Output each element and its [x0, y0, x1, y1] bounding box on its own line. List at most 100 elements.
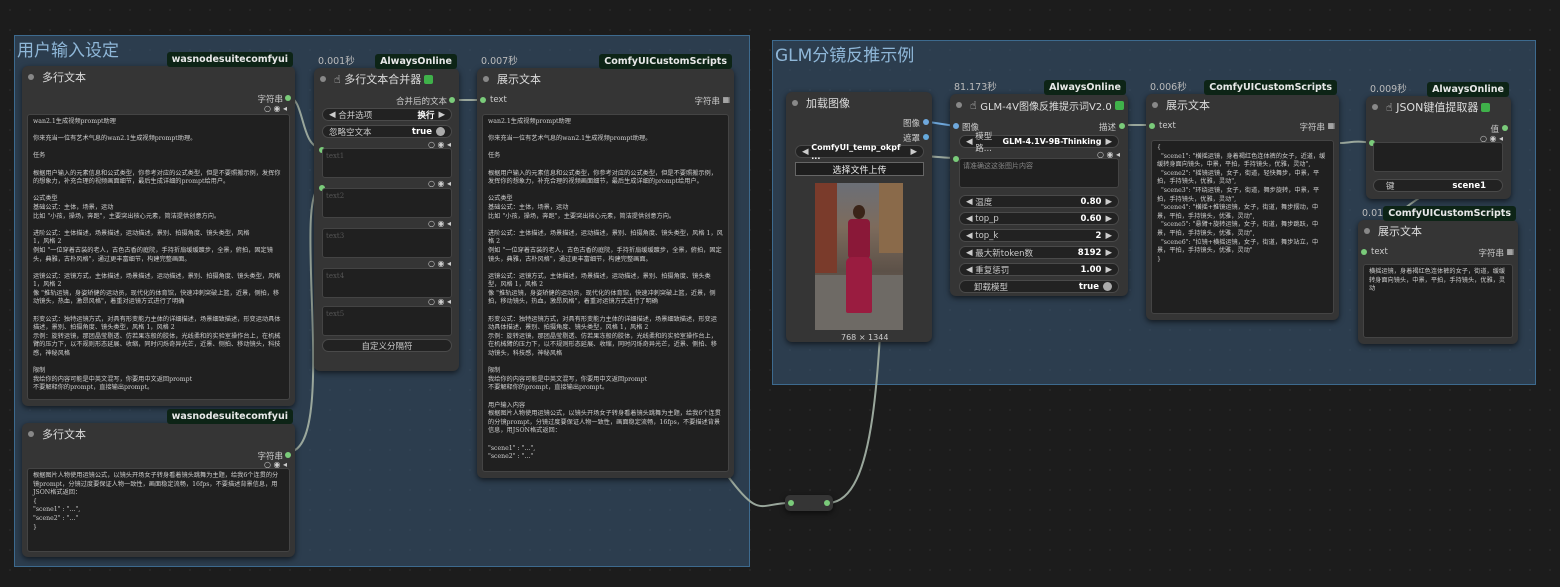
param-top-k[interactable]: ◀ top_k 2 ▶: [959, 229, 1119, 242]
output-port[interactable]: [285, 452, 291, 458]
text-area[interactable]: 根据图片人物使用运镜公式，以镜头开场女子转身看着镜头跳舞为主题，给我6个连贯的分…: [27, 468, 290, 552]
input-controls-icon[interactable]: ○ ◉ ◂: [428, 259, 451, 268]
checkbox-icon[interactable]: [1481, 102, 1491, 112]
node-controls-icon[interactable]: ○ ◉ ◂: [264, 104, 287, 113]
input-controls-icon[interactable]: ○ ◉ ◂: [428, 179, 451, 188]
prompt-text-area[interactable]: 请准确这这张图片内容: [959, 158, 1119, 188]
collapse-dot[interactable]: [1372, 104, 1378, 110]
widget-label: 合并选项: [338, 110, 373, 121]
display-text-node-1[interactable]: 0.007秒 ComfyUICustomScripts 展示文本 text 字符…: [477, 54, 734, 478]
ignore-empty-toggle[interactable]: 忽略空文本 true: [322, 125, 452, 138]
arrow-left-icon[interactable]: ◀: [966, 214, 975, 224]
widget-label: top_p: [975, 213, 999, 224]
grid-icon[interactable]: ▦: [1506, 247, 1514, 256]
output-port[interactable]: [449, 97, 455, 103]
collapse-dot[interactable]: [28, 431, 34, 437]
text-area[interactable]: wan2.1生成视频prompt助理 你来充当一位有艺术气息的wan2.1生成视…: [27, 114, 290, 400]
json-extractor-node[interactable]: 0.009秒 AlwaysOnline ☝ JSON键值提取器 值 ○ ◉ ◂ …: [1366, 82, 1511, 199]
arrow-right-icon[interactable]: ▶: [910, 147, 917, 157]
grid-icon[interactable]: ▦: [1327, 121, 1335, 130]
input-text3[interactable]: text3: [322, 228, 452, 258]
collapse-dot[interactable]: [1152, 102, 1158, 108]
widget-value: ComfyUI_temp_okpf ...: [811, 142, 901, 161]
collapse-dot[interactable]: [28, 74, 34, 80]
node-timing: 0.009秒: [1370, 84, 1407, 95]
input-text2[interactable]: text2: [322, 188, 452, 218]
node-title: JSON键值提取器: [1396, 101, 1479, 114]
custom-separator-button[interactable]: 自定义分隔符: [322, 339, 452, 352]
output-port[interactable]: [1502, 125, 1508, 131]
widget-value: 0.60: [1080, 213, 1102, 224]
widget-label: 忽略空文本: [329, 127, 372, 138]
collapse-dot[interactable]: [792, 100, 798, 106]
collapse-dot[interactable]: [320, 76, 326, 82]
param-top-p[interactable]: ◀ top_p 0.60 ▶: [959, 212, 1119, 225]
text-display[interactable]: 横摇运镜，身着褐红色连体裤的女子，街道，缓缓转身面向镜头，中景，平拍，手持镜头，…: [1363, 264, 1513, 338]
param-repetition-penalty[interactable]: ◀ 重复惩罚 1.00 ▶: [959, 263, 1119, 276]
upload-button[interactable]: 选择文件上传: [795, 162, 924, 176]
arrow-right-icon[interactable]: ▶: [1105, 248, 1112, 258]
input-text4[interactable]: text4: [322, 268, 452, 298]
text-merger-node[interactable]: 0.001秒 AlwaysOnline ☝ 多行文本合并器 合并后的文本 ◀ 合…: [314, 54, 459, 371]
param-max-tokens[interactable]: ◀ 最大新token数 8192 ▶: [959, 246, 1119, 259]
load-image-node[interactable]: 加载图像 图像 遮罩 ◀ ComfyUI_temp_okpf ... ▶ 选择文件…: [786, 92, 932, 342]
glm-image-caption-node[interactable]: 81.173秒 AlwaysOnline ☝ GLM-4V图像反推提示词V2.0…: [950, 80, 1128, 296]
input-text1[interactable]: text1: [322, 148, 452, 178]
model-path-combo[interactable]: ◀ 模型路... GLM-4.1V-9B-Thinking ▶: [959, 132, 1119, 154]
arrow-left-icon[interactable]: ◀: [966, 197, 975, 207]
input-port[interactable]: [1361, 249, 1367, 255]
output-port[interactable]: [1119, 123, 1125, 129]
arrow-right-icon[interactable]: ▶: [1105, 214, 1112, 224]
person-legs: [846, 257, 872, 313]
group-title: GLM分镜反推示例: [775, 46, 915, 66]
json-input-area[interactable]: [1373, 142, 1503, 172]
arrow-right-icon[interactable]: ▶: [1105, 197, 1112, 207]
arrow-left-icon[interactable]: ◀: [966, 265, 975, 275]
grid-icon[interactable]: ▦: [722, 95, 730, 104]
input-text5[interactable]: text5: [322, 306, 452, 336]
text-display[interactable]: { "scene1": "横摇运镜，身着褐红色连体裤的女子，近道，缓缓转身面向镜…: [1151, 140, 1334, 314]
prompt-placeholder: 请准确这这张图片内容: [963, 162, 1033, 170]
arrow-left-icon[interactable]: ◀: [966, 248, 975, 258]
multitext-node-1[interactable]: wasnodesuitecomfyui 多行文本 字符串 ○ ◉ ◂ wan2.…: [22, 52, 295, 406]
input-port[interactable]: [480, 97, 486, 103]
image-file-combo[interactable]: ◀ ComfyUI_temp_okpf ... ▶: [795, 142, 924, 161]
output-port[interactable]: [285, 95, 291, 101]
unload-model-toggle[interactable]: 卸载模型 true: [959, 280, 1119, 293]
arrow-right-icon[interactable]: ▶: [438, 110, 445, 120]
collapse-dot[interactable]: [1364, 228, 1370, 234]
text-display[interactable]: wan2.1生成视频prompt助理 你来充当一位有艺术气息的wan2.1生成视…: [482, 114, 729, 472]
input-port[interactable]: [1149, 123, 1155, 129]
multitext-node-2[interactable]: wasnodesuitecomfyui 多行文本 字符串 ○ ◉ ◂ 根据图片人…: [22, 409, 295, 557]
checkbox-icon[interactable]: [424, 74, 434, 84]
key-field[interactable]: 键 scene1: [1373, 179, 1503, 192]
arrow-right-icon[interactable]: ▶: [1105, 137, 1112, 147]
checkbox-icon[interactable]: [1114, 100, 1124, 110]
arrow-right-icon[interactable]: ▶: [1105, 265, 1112, 275]
toggle-icon[interactable]: [1103, 282, 1112, 291]
arrow-left-icon[interactable]: ◀: [329, 110, 338, 120]
param-temperature[interactable]: ◀ 温度 0.80 ▶: [959, 195, 1119, 208]
collapse-dot[interactable]: [483, 76, 489, 82]
arrow-left-icon[interactable]: ◀: [966, 137, 975, 147]
arrow-left-icon[interactable]: ◀: [802, 147, 811, 157]
input-controls-icon[interactable]: ○ ◉ ◂: [428, 219, 451, 228]
collapse-dot[interactable]: [956, 102, 962, 108]
arrow-right-icon[interactable]: ▶: [1105, 231, 1112, 241]
input-port[interactable]: [788, 500, 794, 506]
reroute-node[interactable]: [785, 495, 833, 511]
output-port-image[interactable]: [923, 119, 929, 125]
output-port[interactable]: [824, 500, 830, 506]
display-text-node-2[interactable]: 0.006秒 ComfyUICustomScripts 展示文本 text 字符…: [1146, 80, 1339, 320]
node-title: 多行文本: [42, 71, 86, 84]
output-port-mask[interactable]: [923, 134, 929, 140]
toggle-icon[interactable]: [436, 127, 445, 136]
input-controls-icon[interactable]: ○ ◉ ◂: [428, 297, 451, 306]
input-port-image[interactable]: [953, 123, 959, 129]
node-timing: 0.006秒: [1150, 82, 1187, 93]
merge-option-combo[interactable]: ◀ 合并选项 换行 ▶: [322, 108, 452, 121]
arrow-left-icon[interactable]: ◀: [966, 231, 975, 241]
display-text-node-3[interactable]: 0.018秒 ComfyUICustomScripts 展示文本 text 字符…: [1358, 206, 1518, 344]
widget-label: 温度: [975, 197, 993, 208]
node-badge: AlwaysOnline: [375, 54, 457, 69]
